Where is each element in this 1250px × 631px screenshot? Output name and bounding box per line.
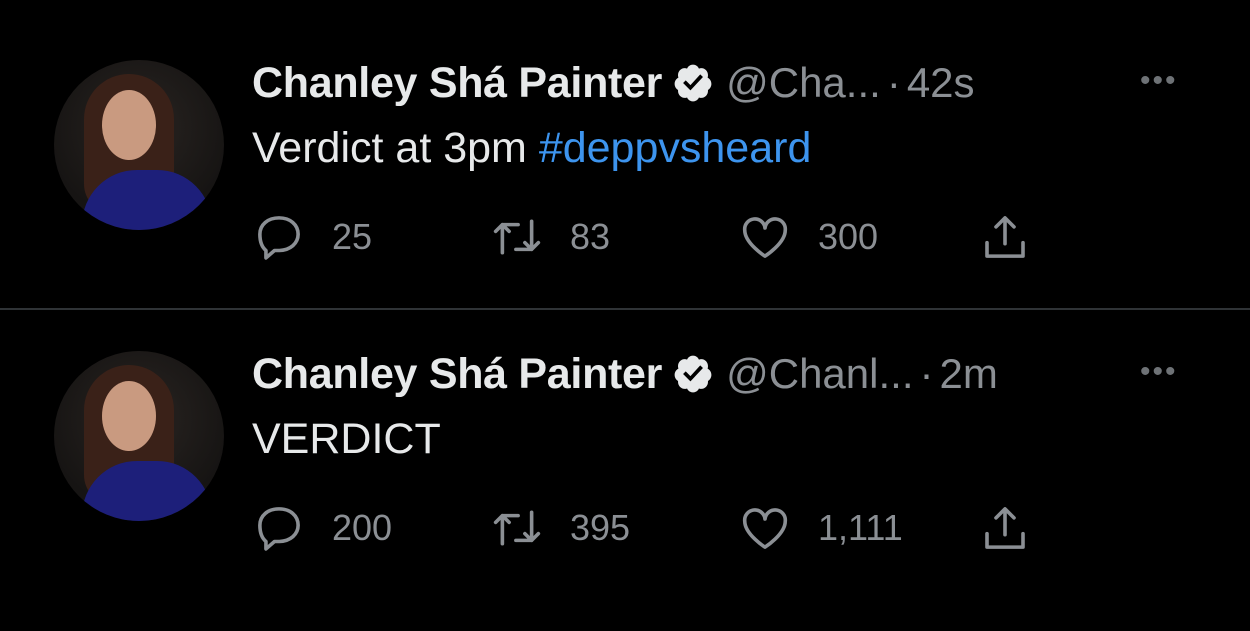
more-icon[interactable]: ••• [1140,64,1178,98]
reply-count: 200 [332,507,393,548]
retweet-count: 83 [570,216,611,257]
retweet-count: 395 [570,507,631,548]
separator: · [919,350,934,397]
retweet-button[interactable]: 83 [490,207,610,267]
tweet-text-content: Verdict at 3pm [252,124,539,172]
hashtag-link[interactable]: #deppvsheard [539,124,812,172]
like-button[interactable]: 300 [738,207,878,267]
tweet-text: Verdict at 3pm #deppvsheard [252,124,811,173]
reply-button[interactable]: 200 [252,498,392,558]
share-button[interactable] [978,207,1032,267]
separator: · [886,59,901,106]
avatar[interactable] [54,60,224,230]
verified-badge-icon [674,355,712,393]
tweet-text-content: VERDICT [252,415,441,463]
retweet-icon [493,219,541,255]
timestamp[interactable]: 2m [940,350,998,398]
share-button[interactable] [978,498,1032,558]
reply-count: 25 [332,216,373,257]
share-icon [985,507,1025,549]
more-icon[interactable]: ••• [1140,355,1178,389]
handle[interactable]: @Cha... [726,59,881,107]
display-name[interactable]: Chanley Shá Painter [252,350,662,399]
timestamp[interactable]: 42s [907,59,975,107]
avatar[interactable] [54,351,224,521]
tweet[interactable]: Chanley Shá Painter @Cha... · 42s ••• Ve… [0,50,1250,340]
share-icon [985,216,1025,258]
handle[interactable]: @Chanl... [726,350,913,398]
like-count: 300 [818,216,879,257]
tweet-header: Chanley Shá Painter @Cha... · 42s [252,53,975,113]
divider [0,308,1250,310]
reply-button[interactable]: 25 [252,207,372,267]
like-count: 1,111 [818,507,903,548]
tweet-actions: 25 83 300 [252,207,1052,267]
tweet-header: Chanley Shá Painter @Chanl... · 2m [252,344,998,404]
reply-icon [258,216,300,260]
tweet-actions: 200 395 1,111 [252,498,1052,558]
like-button[interactable]: 1,111 [738,498,903,558]
display-name[interactable]: Chanley Shá Painter [252,59,662,108]
tweet[interactable]: Chanley Shá Painter @Chanl... · 2m ••• V… [0,341,1250,631]
retweet-button[interactable]: 395 [490,498,630,558]
reply-icon [258,507,300,551]
tweet-text: VERDICT [252,415,441,464]
like-icon [742,508,788,549]
verified-badge-icon [674,64,712,102]
like-icon [742,217,788,258]
retweet-icon [493,510,541,546]
